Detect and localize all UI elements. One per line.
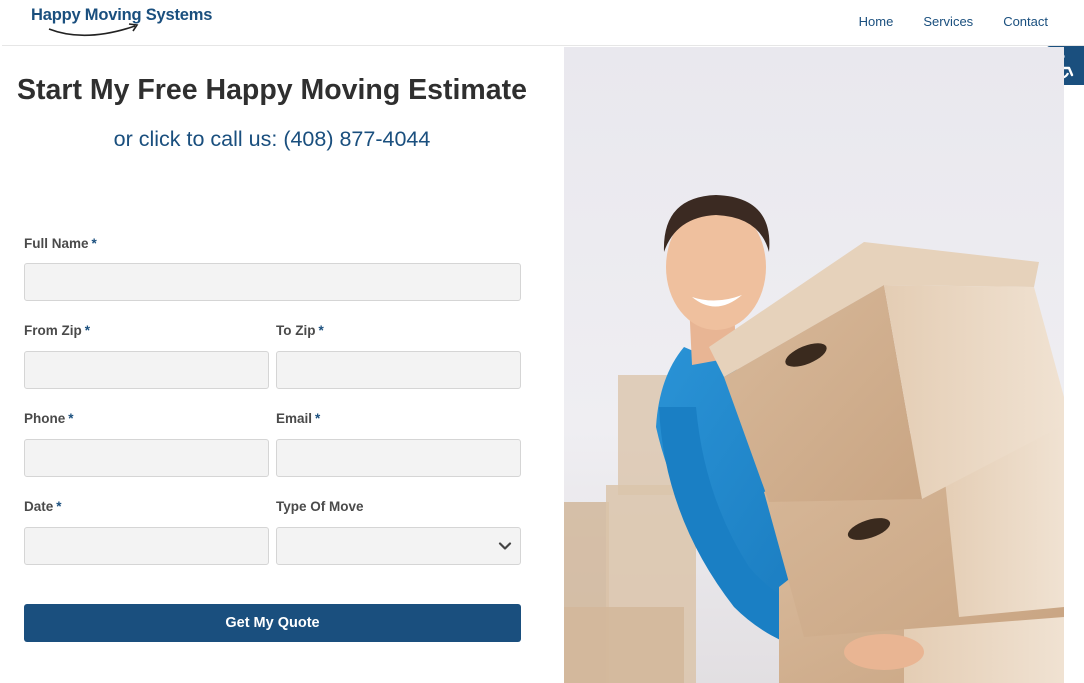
email-field xyxy=(276,439,521,477)
nav-contact[interactable]: Contact xyxy=(1003,14,1048,29)
email-input[interactable] xyxy=(277,440,520,476)
hero-image xyxy=(564,47,1064,683)
get-my-quote-button[interactable]: Get My Quote xyxy=(24,604,521,642)
phone-field xyxy=(24,439,269,477)
call-us-link[interactable]: or click to call us: (408) 877-4044 xyxy=(0,127,544,152)
full-name-input[interactable] xyxy=(25,264,520,300)
required-mark: * xyxy=(318,323,324,338)
from-zip-label: From Zip * xyxy=(24,323,91,338)
date-label: Date * xyxy=(24,499,62,514)
email-label: Email * xyxy=(276,411,321,426)
man-carrying-boxes-illustration xyxy=(564,47,1064,683)
full-name-field xyxy=(24,263,521,301)
required-mark: * xyxy=(68,411,74,426)
type-of-move-select[interactable] xyxy=(276,527,521,565)
from-zip-field xyxy=(24,351,269,389)
required-mark: * xyxy=(91,236,97,251)
date-input[interactable] xyxy=(25,528,268,564)
site-header: Happy Moving Systems Home Services Conta… xyxy=(0,0,1084,45)
nav-home[interactable]: Home xyxy=(859,14,894,29)
main-nav: Home Services Contact xyxy=(859,14,1048,29)
logo-swoosh-icon xyxy=(48,23,139,37)
nav-services[interactable]: Services xyxy=(923,14,973,29)
logo[interactable]: Happy Moving Systems xyxy=(31,4,231,40)
to-zip-field xyxy=(276,351,521,389)
full-name-label: Full Name * xyxy=(24,236,97,251)
required-mark: * xyxy=(315,411,321,426)
from-zip-input[interactable] xyxy=(25,352,268,388)
required-mark: * xyxy=(56,499,62,514)
to-zip-label: To Zip * xyxy=(276,323,324,338)
to-zip-input[interactable] xyxy=(277,352,520,388)
required-mark: * xyxy=(84,323,91,338)
chevron-down-icon xyxy=(498,542,512,550)
page-title: Start My Free Happy Moving Estimate xyxy=(17,74,527,106)
date-field xyxy=(24,527,269,565)
phone-label: Phone * xyxy=(24,411,74,426)
type-of-move-label: Type Of Move xyxy=(276,499,364,514)
header-divider xyxy=(2,45,1084,46)
phone-input[interactable] xyxy=(25,440,268,476)
